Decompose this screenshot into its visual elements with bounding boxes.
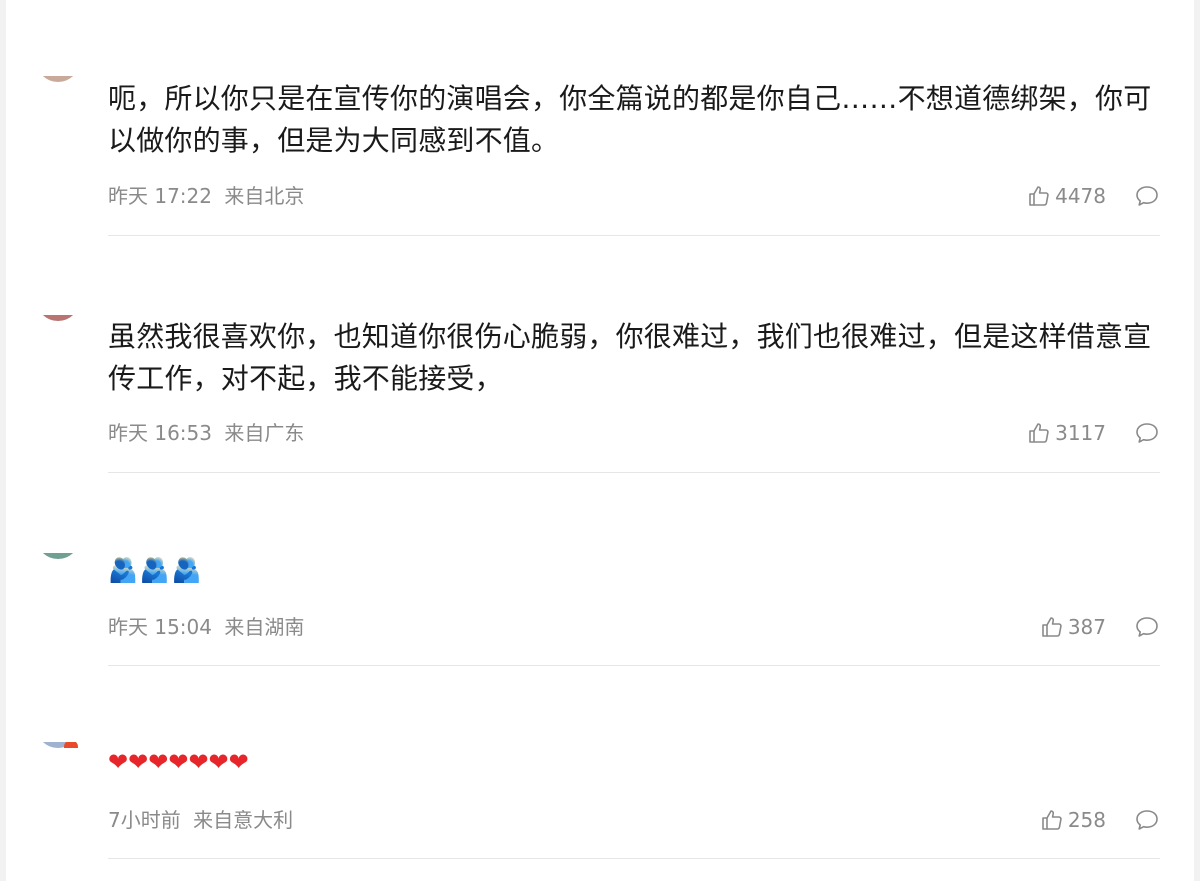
- avatar[interactable]: [36, 315, 80, 321]
- like-count: 3117: [1055, 421, 1106, 445]
- comment-location: 来自北京: [224, 184, 305, 208]
- comment-feed: 呃，所以你只是在宣传你的演唱会，你全篇说的都是你自己……不想道德绑架，你可以做你…: [0, 0, 1200, 881]
- like-count: 387: [1067, 615, 1106, 639]
- comment-meta: 7小时前 来自意大利: [108, 806, 293, 834]
- comment-actions: 258: [1040, 806, 1160, 834]
- comment-time: 昨天 17:22: [108, 184, 212, 208]
- comment-emoji: 🫂🫂🫂: [108, 556, 204, 584]
- left-edge: [0, 0, 6, 881]
- badge-icon: [64, 742, 78, 748]
- comment-actions: 3117: [1027, 419, 1160, 447]
- comment-time: 昨天 16:53: [108, 421, 212, 445]
- comment-text: 虽然我很喜欢你，也知道你很伤心脆弱，你很难过，我们也很难过，但是这样借意宣传工作…: [108, 320, 1152, 395]
- reply-button[interactable]: [1134, 184, 1160, 208]
- comment-actions: 387: [1040, 613, 1160, 641]
- like-count: 258: [1067, 808, 1106, 832]
- thumbs-up-icon: [1042, 810, 1062, 830]
- comment-time: 昨天 15:04: [108, 615, 212, 639]
- comment-text: 呃，所以你只是在宣传你的演唱会，你全篇说的都是你自己……不想道德绑架，你可以做你…: [108, 82, 1152, 157]
- comment-bubble-icon: [1136, 186, 1158, 206]
- divider: [108, 858, 1160, 859]
- like-count: 4478: [1055, 184, 1106, 208]
- like-button[interactable]: 3117: [1027, 421, 1106, 445]
- like-button[interactable]: 4478: [1027, 184, 1106, 208]
- comment-bubble-icon: [1136, 423, 1158, 443]
- avatar[interactable]: [36, 553, 80, 559]
- comment-bubble-icon: [1136, 617, 1158, 637]
- divider: [108, 235, 1160, 236]
- comment-location: 来自意大利: [193, 808, 294, 832]
- avatar[interactable]: [36, 742, 80, 748]
- thumbs-up-icon: [1029, 186, 1049, 206]
- reply-button[interactable]: [1134, 808, 1160, 832]
- divider: [108, 472, 1160, 473]
- reply-button[interactable]: [1134, 615, 1160, 639]
- comment-emoji: ❤❤❤❤❤❤❤: [108, 748, 249, 776]
- comment-location: 来自湖南: [224, 615, 305, 639]
- comment-meta: 昨天 15:04 来自湖南: [108, 613, 304, 641]
- divider: [108, 665, 1160, 666]
- comment-actions: 4478: [1027, 182, 1160, 210]
- comment-bubble-icon: [1136, 810, 1158, 830]
- thumbs-up-icon: [1042, 617, 1062, 637]
- comment-location: 来自广东: [224, 421, 305, 445]
- comment-time: 7小时前: [108, 808, 181, 832]
- avatar[interactable]: [36, 76, 80, 82]
- right-edge: [1194, 0, 1200, 881]
- like-button[interactable]: 258: [1040, 808, 1106, 832]
- comment-meta: 昨天 17:22 来自北京: [108, 182, 304, 210]
- comment-meta: 昨天 16:53 来自广东: [108, 419, 304, 447]
- reply-button[interactable]: [1134, 421, 1160, 445]
- like-button[interactable]: 387: [1040, 615, 1106, 639]
- thumbs-up-icon: [1029, 423, 1049, 443]
